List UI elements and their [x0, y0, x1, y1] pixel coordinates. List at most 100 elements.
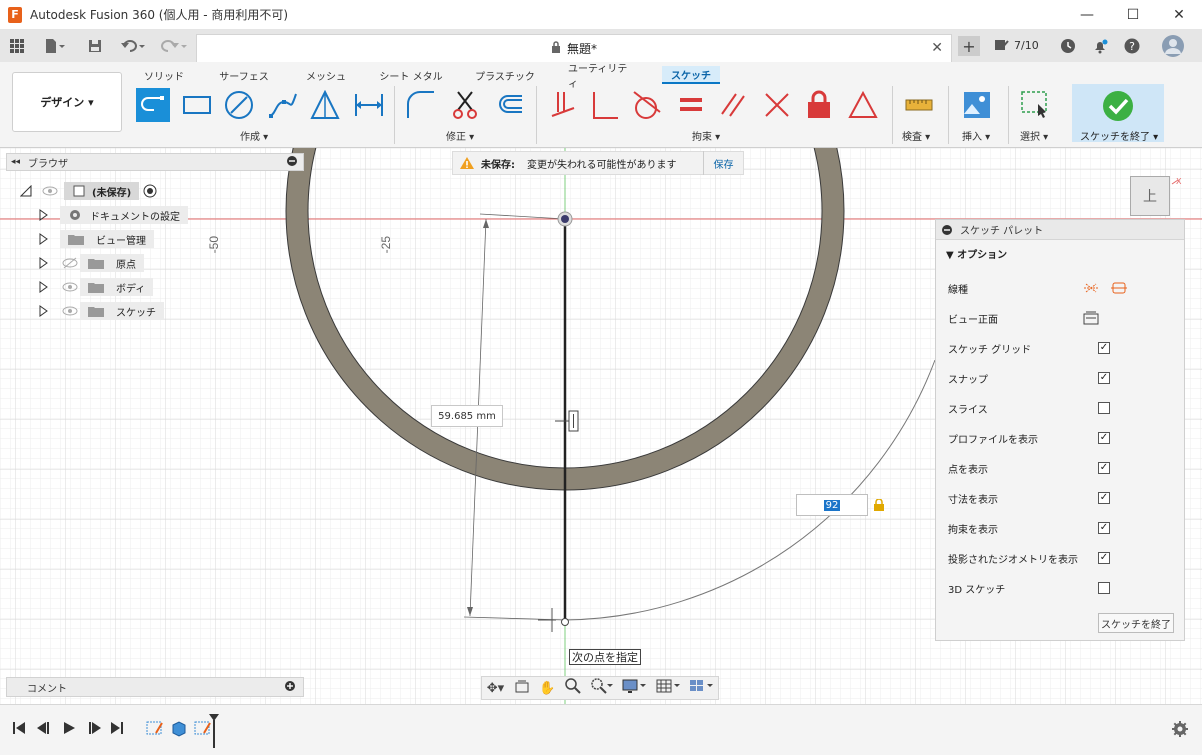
display-settings-icon[interactable] [622, 678, 647, 698]
collapsed-triangle-icon[interactable] [38, 233, 48, 245]
save-icon[interactable] [86, 36, 104, 56]
browser-item-bodies[interactable]: ボディ [38, 277, 154, 297]
tangent-constraint-icon[interactable] [630, 88, 664, 122]
inspect-group-label[interactable]: 検査 ▾ [902, 128, 930, 143]
collapsed-triangle-icon[interactable] [38, 257, 48, 269]
undo-icon[interactable] [118, 36, 150, 56]
look-at-icon[interactable] [1082, 310, 1100, 326]
sketch-grid-checkbox[interactable]: ✓ [1098, 342, 1110, 354]
maximize-button[interactable]: ☐ [1110, 0, 1156, 30]
tab-sheet-metal[interactable]: シート メタル [378, 66, 444, 84]
browser-minus-icon[interactable] [287, 155, 297, 169]
orbit-icon[interactable]: ✥▾ [487, 681, 504, 696]
notifications-bell-icon[interactable] [1090, 36, 1110, 56]
eye-icon[interactable] [42, 185, 58, 197]
show-dimensions-checkbox[interactable]: ✓ [1098, 492, 1110, 504]
browser-root-row[interactable]: (未保存) [20, 181, 157, 201]
collapsed-triangle-icon[interactable] [38, 209, 48, 221]
insert-group-label[interactable]: 挿入 ▾ [962, 128, 990, 143]
timeline-body-feature-icon[interactable] [170, 719, 188, 741]
sketches-label[interactable]: スケッチ [80, 302, 164, 320]
tab-close-icon[interactable]: ✕ [931, 40, 943, 56]
browser-item-origin[interactable]: 原点 [38, 253, 144, 273]
dimension-label[interactable]: 59.685 mm [431, 405, 503, 427]
line-tool-icon[interactable] [136, 88, 170, 122]
tab-plastic[interactable]: プラスチック [474, 66, 536, 84]
timeline-play-icon[interactable] [62, 721, 76, 739]
tab-solid[interactable]: ソリッド [140, 66, 188, 84]
end-point[interactable] [561, 618, 569, 626]
coincident-constraint-icon[interactable] [546, 88, 580, 122]
document-tab[interactable]: 無題* ✕ [196, 34, 952, 62]
dimension-tool-icon[interactable] [352, 88, 386, 122]
parallel-constraint-icon[interactable] [716, 88, 750, 122]
add-comment-icon[interactable] [285, 680, 295, 694]
tab-mesh[interactable]: メッシュ [302, 66, 350, 84]
browser-item-named-views[interactable]: ビュー管理 [38, 229, 154, 249]
minimize-button[interactable]: — [1064, 0, 1110, 30]
file-menu-icon[interactable] [40, 36, 70, 56]
3d-sketch-checkbox[interactable] [1098, 582, 1110, 594]
pan-hand-icon[interactable]: ✋ [539, 681, 555, 696]
eye-icon[interactable] [62, 281, 78, 293]
window-select-icon[interactable] [1018, 88, 1052, 122]
tab-sketch[interactable]: スケッチ [662, 66, 720, 84]
timeline-next-icon[interactable] [88, 721, 102, 739]
arc-tool-icon[interactable] [266, 88, 300, 122]
viewports-icon[interactable] [689, 678, 714, 698]
document-settings-label[interactable]: ドキュメントの設定 [60, 206, 188, 224]
palette-finish-sketch-button[interactable]: スケッチを終了 [1098, 613, 1174, 633]
collapse-browser-icon[interactable]: ◂◂ [11, 157, 20, 167]
circle-tool-icon[interactable] [222, 88, 256, 122]
measure-ruler-icon[interactable] [902, 88, 936, 122]
clock-icon[interactable] [1058, 36, 1078, 56]
polygon-tool-icon[interactable] [308, 88, 342, 122]
bodies-label[interactable]: ボディ [80, 278, 154, 296]
modify-group-label[interactable]: 修正 ▾ [446, 128, 474, 143]
insert-image-icon[interactable] [960, 88, 994, 122]
snap-checkbox[interactable]: ✓ [1098, 372, 1110, 384]
slice-checkbox[interactable] [1098, 402, 1110, 414]
show-constraints-checkbox[interactable]: ✓ [1098, 522, 1110, 534]
origin-point[interactable] [561, 215, 569, 223]
constraints-group-label[interactable]: 拘束 ▾ [692, 128, 720, 143]
centerline-icon[interactable] [1110, 280, 1128, 296]
workspace-switcher[interactable]: デザイン ▾ [12, 72, 122, 132]
browser-item-document-settings[interactable]: ドキュメントの設定 [38, 205, 188, 225]
select-group-label[interactable]: 選択 ▾ [1020, 128, 1048, 143]
collapsed-triangle-icon[interactable] [38, 305, 48, 317]
new-tab-button[interactable]: + [958, 36, 980, 56]
timeline-end-icon[interactable] [110, 721, 124, 739]
timeline-start-icon[interactable] [12, 721, 26, 739]
eye-hidden-icon[interactable] [62, 257, 78, 269]
fit-zoom-icon[interactable] [590, 678, 613, 698]
named-views-label[interactable]: ビュー管理 [60, 230, 154, 248]
viewcube-top[interactable]: 上 [1130, 176, 1170, 216]
create-group-label[interactable]: 作成 ▾ [240, 128, 268, 143]
eye-icon[interactable] [62, 305, 78, 317]
midpoint-constraint-icon[interactable] [760, 88, 794, 122]
rectangle-tool-icon[interactable] [180, 88, 214, 122]
data-panel-grid-icon[interactable] [8, 36, 26, 56]
look-at-nav-icon[interactable] [514, 679, 530, 697]
timeline-previous-icon[interactable] [36, 721, 50, 739]
browser-root-label[interactable]: (未保存) [64, 182, 140, 200]
expanded-triangle-icon[interactable] [20, 185, 32, 197]
finish-sketch-button[interactable]: スケッチを終了 ▾ [1072, 84, 1164, 143]
tab-surface[interactable]: サーフェス [216, 66, 272, 84]
projected-geometry-checkbox[interactable]: ✓ [1098, 552, 1110, 564]
tab-utility[interactable]: ユーティリティ [568, 64, 634, 90]
job-status[interactable]: 7/10 [994, 38, 1039, 52]
fillet-tool-icon[interactable] [404, 88, 438, 122]
lock-input-icon[interactable] [873, 499, 885, 511]
grid-settings-icon[interactable] [656, 678, 680, 698]
save-link[interactable]: 保存 [703, 151, 743, 175]
origin-label[interactable]: 原点 [80, 254, 144, 272]
timeline-sketch-feature-icon[interactable] [146, 719, 164, 741]
perpendicular-constraint-icon[interactable] [588, 88, 622, 122]
show-profile-checkbox[interactable]: ✓ [1098, 432, 1110, 444]
redo-icon[interactable] [158, 36, 190, 56]
show-points-checkbox[interactable]: ✓ [1098, 462, 1110, 474]
user-avatar[interactable] [1160, 35, 1186, 57]
palette-minus-icon[interactable] [942, 224, 952, 235]
